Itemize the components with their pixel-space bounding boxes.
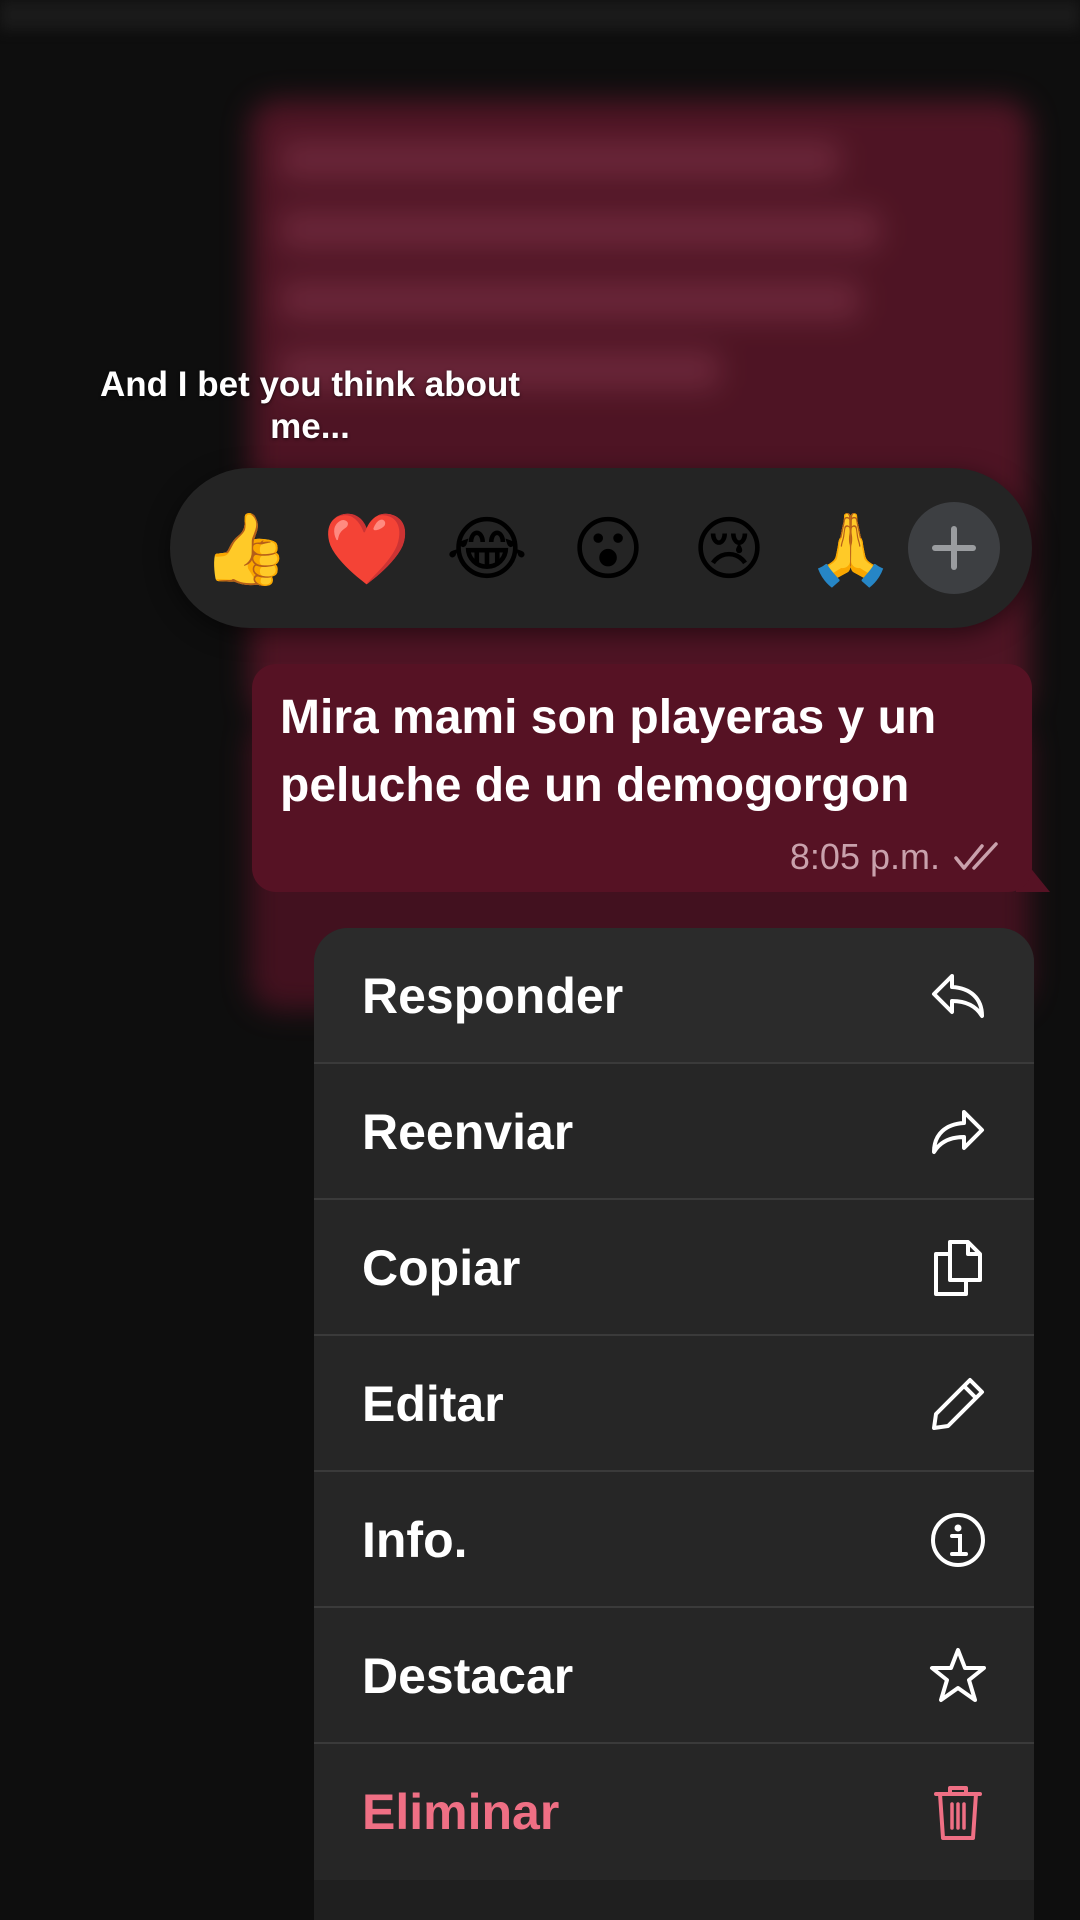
message-meta: 8:05 p.m. bbox=[790, 836, 1006, 878]
laughing-reaction[interactable]: 😂 bbox=[444, 506, 530, 592]
menu-item-label: Editar bbox=[362, 1376, 504, 1432]
surprised-reaction[interactable]: 😮 bbox=[565, 506, 651, 592]
trash-icon bbox=[934, 1786, 982, 1840]
pencil-icon bbox=[932, 1378, 984, 1430]
menu-item-forward[interactable]: Reenviar bbox=[314, 1064, 1034, 1200]
reply-icon bbox=[932, 974, 984, 1018]
copy-icon bbox=[934, 1240, 982, 1296]
menu-item-reply[interactable]: Responder bbox=[314, 928, 1034, 1064]
menu-item-info[interactable]: Info. bbox=[314, 1472, 1034, 1608]
message-text: Mira mami son playeras y un peluche de u… bbox=[280, 691, 937, 812]
pray-reaction[interactable]: 🙏 bbox=[807, 506, 894, 592]
info-icon bbox=[931, 1513, 985, 1567]
menu-bottom-edge bbox=[314, 1880, 1034, 1920]
menu-item-delete[interactable]: Eliminar bbox=[314, 1744, 1034, 1880]
menu-item-label: Eliminar bbox=[362, 1784, 560, 1840]
heart-reaction[interactable]: ❤️ bbox=[323, 506, 410, 592]
crying-reaction[interactable]: 😢 bbox=[686, 506, 772, 592]
menu-item-label: Responder bbox=[362, 968, 624, 1024]
menu-item-label: Copiar bbox=[362, 1240, 521, 1296]
menu-item-copy[interactable]: Copiar bbox=[314, 1200, 1034, 1336]
menu-item-edit[interactable]: Editar bbox=[314, 1336, 1034, 1472]
thumbs-up-reaction[interactable]: 👍 bbox=[202, 506, 289, 592]
screen: And I bet you think about me... 👍 ❤️ 😂 😮… bbox=[0, 0, 1080, 1920]
menu-item-label: Destacar bbox=[362, 1648, 574, 1704]
menu-item-star[interactable]: Destacar bbox=[314, 1608, 1034, 1744]
star-icon bbox=[930, 1648, 986, 1702]
reaction-bar: 👍 ❤️ 😂 😮 😢 🙏 bbox=[170, 468, 1032, 628]
double-check-icon bbox=[954, 842, 998, 870]
message-time: 8:05 p.m. bbox=[789, 836, 940, 877]
forward-icon bbox=[932, 1110, 984, 1154]
message-bubble[interactable]: Mira mami son playeras y un peluche de u… bbox=[252, 664, 1032, 892]
add-reaction-button[interactable] bbox=[908, 502, 1000, 594]
message-context-menu: Responder Reenviar Copiar Editar Info. D… bbox=[314, 928, 1034, 1920]
video-caption: And I bet you think about me... bbox=[100, 365, 520, 446]
menu-item-label: Info. bbox=[362, 1512, 468, 1568]
menu-item-label: Reenviar bbox=[362, 1104, 574, 1160]
